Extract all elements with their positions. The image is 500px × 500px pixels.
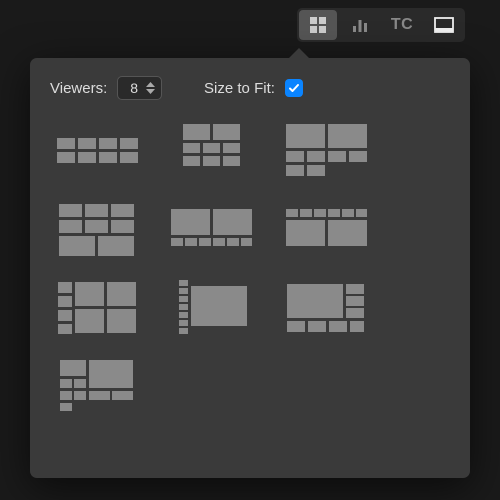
popover-controls: Viewers: 8 Size to Fit: — [50, 76, 450, 100]
layout-option-6-over-2[interactable] — [54, 200, 139, 258]
bars-icon — [351, 16, 369, 34]
layout-grid — [50, 118, 450, 418]
display-view-button[interactable] — [425, 10, 463, 40]
size-to-fit-label: Size to Fit: — [204, 80, 275, 97]
size-to-fit-checkbox[interactable] — [285, 79, 303, 97]
viewers-stepper[interactable]: 8 — [117, 76, 162, 100]
grid-view-button[interactable] — [299, 10, 337, 40]
viewer-layout-popover: Viewers: 8 Size to Fit: — [30, 58, 470, 478]
chevron-down-icon[interactable] — [146, 88, 155, 94]
layout-option-big-7small[interactable] — [284, 278, 369, 336]
grid-icon — [309, 16, 327, 34]
viewers-label: Viewers: — [50, 80, 107, 97]
display-icon — [434, 17, 454, 33]
tc-icon: TC — [391, 16, 413, 34]
layout-option-left-col-single[interactable] — [169, 278, 254, 336]
layout-option-left-column[interactable] — [54, 278, 139, 336]
viewers-value: 8 — [130, 80, 138, 96]
layout-option-big-top-wide[interactable] — [284, 122, 369, 180]
view-mode-toolbar: TC — [297, 8, 465, 42]
layout-option-2big-6small-top[interactable] — [284, 200, 369, 258]
layout-option-2big-6small-bottom[interactable] — [169, 200, 254, 258]
checkmark-icon — [288, 82, 300, 94]
timecode-view-button[interactable]: TC — [383, 10, 421, 40]
layout-option-2x4[interactable] — [54, 122, 139, 180]
bars-view-button[interactable] — [341, 10, 379, 40]
layout-option-big-top-6[interactable] — [169, 122, 254, 180]
stepper-arrows — [146, 82, 155, 94]
layout-option-1big-bottom-7[interactable] — [54, 356, 139, 414]
